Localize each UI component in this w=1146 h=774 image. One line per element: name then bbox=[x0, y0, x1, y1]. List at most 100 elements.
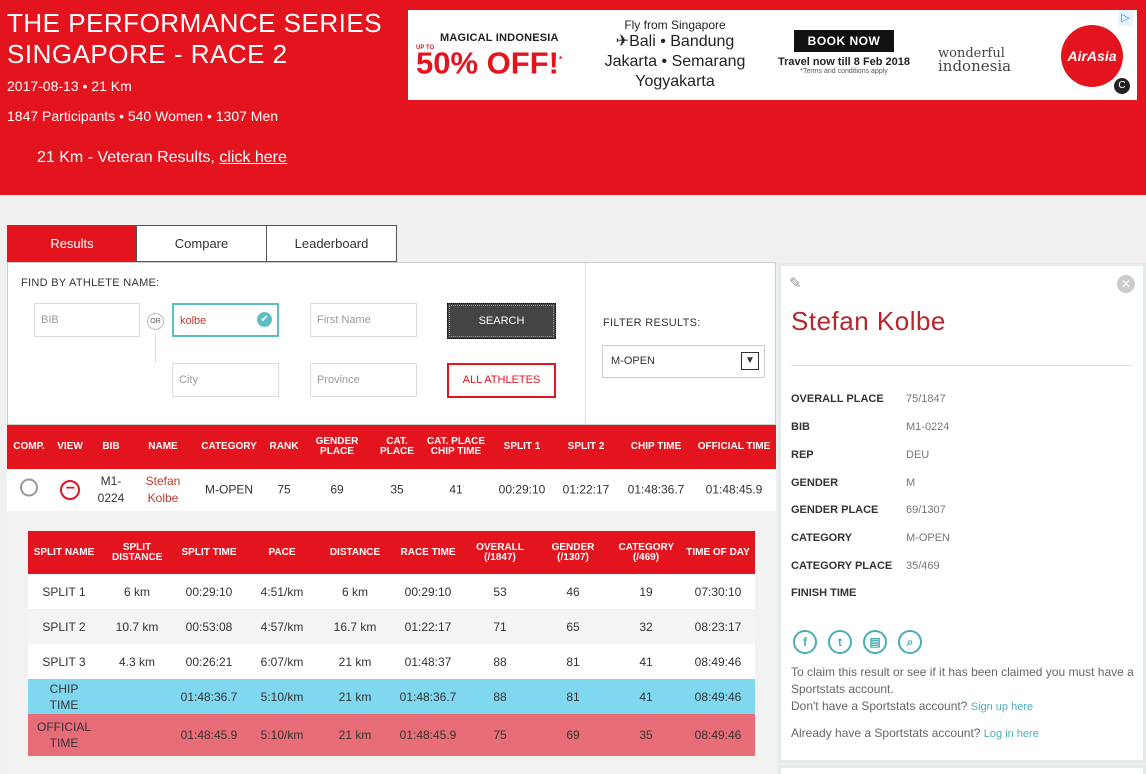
cell-category-place: 19 bbox=[639, 584, 653, 599]
results-table-header: COMP. VIEW BIB NAME CATEGORY RANK GENDER… bbox=[7, 425, 776, 469]
last-name-value: kolbe bbox=[180, 315, 207, 327]
facebook-icon[interactable]: f bbox=[793, 630, 817, 654]
tab-results[interactable]: Results bbox=[7, 225, 137, 262]
log-in-link[interactable]: Log in here bbox=[984, 728, 1039, 740]
cell-pace: 6:07/km bbox=[260, 654, 304, 669]
search-button[interactable]: SEARCH bbox=[447, 303, 556, 339]
cell-split-time: 01:48:45.9 bbox=[180, 728, 238, 742]
cell-category-place: 41 bbox=[639, 654, 653, 669]
ad-fly-text: Fly from Singapore bbox=[624, 18, 726, 32]
split-row: SPLIT 3 4.3 km 00:26:21 6:07/km 21 km 01:48:3… bbox=[28, 644, 755, 679]
ad-book-button[interactable]: BOOK NOW bbox=[793, 30, 895, 52]
event-title: THE PERFORMANCE SERIES SINGAPORE - RACE … bbox=[7, 8, 382, 70]
cell-split-name: OFFICIAL TIME bbox=[36, 720, 91, 750]
ad-info-icon[interactable]: C bbox=[1114, 78, 1130, 94]
cell-pace: 4:57/km bbox=[260, 619, 304, 634]
minus-circle-icon: − bbox=[60, 480, 80, 500]
no-account-text: Don't have a Sportstats account? bbox=[791, 699, 971, 713]
veteran-link[interactable]: click here bbox=[219, 149, 287, 166]
ad-sale-block: MAGICAL INDONESIA UP TO 50% OFF!* bbox=[416, 32, 562, 79]
collapse-button[interactable]: − bbox=[60, 480, 80, 500]
participant-counts: 1847 Participants • 540 Women • 1307 Men bbox=[7, 108, 279, 124]
event-date-distance: 2017-08-13 • 21 Km bbox=[7, 78, 132, 94]
claim-info: To claim this result or see if it has be… bbox=[791, 664, 1136, 716]
or-divider bbox=[155, 333, 156, 363]
cell-pace: 5:10/km bbox=[260, 689, 304, 704]
tab-leaderboard[interactable]: Leaderboard bbox=[266, 225, 397, 262]
province-input[interactable]: Province bbox=[310, 363, 417, 397]
secondary-panel bbox=[778, 765, 1146, 774]
table-row: − M1-0224 Stefan Kolbe M-OPEN 75 69 35 4… bbox=[7, 469, 776, 511]
cell-chip-time: 01:48:36.7 bbox=[627, 482, 685, 497]
filter-select-value: M-OPEN bbox=[611, 355, 655, 367]
detail-value: 35/469 bbox=[906, 560, 940, 572]
search-icon[interactable]: ⌕ bbox=[898, 630, 922, 654]
event-title-line2: SINGAPORE - RACE 2 bbox=[7, 39, 288, 69]
city-input[interactable]: City bbox=[172, 363, 279, 397]
cell-gender: 65 bbox=[566, 619, 580, 634]
cell-split2: 01:22:17 bbox=[562, 482, 610, 497]
cell-split-name: CHIP TIME bbox=[49, 681, 79, 712]
athlete-name-link[interactable]: Stefan Kolbe bbox=[138, 473, 188, 507]
cell-category-place: 35 bbox=[639, 728, 653, 742]
cell-time-of-day: 08:23:17 bbox=[694, 619, 742, 634]
cell-gender: 81 bbox=[566, 654, 580, 669]
detail-value: M bbox=[906, 477, 916, 489]
col-split1: SPLIT 1 bbox=[503, 441, 541, 452]
cell-race-time: 01:48:36.7 bbox=[399, 689, 457, 704]
cell-distance: 6 km bbox=[341, 584, 369, 599]
last-name-input[interactable]: kolbe ✔ bbox=[172, 303, 279, 337]
veteran-text: 21 Km - Veteran Results, bbox=[37, 149, 220, 166]
event-title-line1: THE PERFORMANCE SERIES bbox=[7, 8, 383, 38]
cell-overall: 75 bbox=[493, 728, 507, 742]
certificate-icon[interactable]: ▤ bbox=[863, 630, 887, 654]
col-name: NAME bbox=[148, 441, 178, 452]
all-athletes-button[interactable]: ALL ATHLETES bbox=[447, 363, 556, 398]
detail-label: CATEGORY bbox=[791, 532, 853, 544]
col-bib: BIB bbox=[102, 441, 120, 452]
col-view: VIEW bbox=[57, 441, 83, 452]
cell-cat-place-chip: 41 bbox=[449, 482, 463, 497]
cell-distance: 21 km bbox=[338, 689, 372, 704]
divider bbox=[791, 365, 1133, 366]
bib-input[interactable]: BIB bbox=[34, 303, 140, 337]
ad-cta: BOOK NOW Travel now till 8 Feb 2018 *Ter… bbox=[770, 30, 918, 75]
close-icon[interactable]: ✕ bbox=[1117, 275, 1135, 293]
cell-race-time: 01:22:17 bbox=[404, 619, 452, 634]
cell-official-time: 01:48:45.9 bbox=[705, 482, 763, 497]
cell-overall: 88 bbox=[493, 689, 507, 704]
cell-overall: 53 bbox=[493, 584, 507, 599]
tab-compare[interactable]: Compare bbox=[136, 225, 267, 262]
detail-label: BIB bbox=[791, 421, 810, 433]
cell-race-time: 01:48:37 bbox=[404, 654, 452, 669]
cell-gender: 46 bbox=[566, 584, 580, 599]
login-info: Already have a Sportstats account? Log i… bbox=[791, 726, 1039, 740]
col-gender-place: GENDER PLACE bbox=[315, 436, 359, 457]
splits-table: SPLIT NAME SPLIT DISTANCE SPLIT TIME PAC… bbox=[28, 531, 755, 756]
col-chip-time: CHIP TIME bbox=[630, 441, 682, 452]
ad-sale-text: 50% OFF!* bbox=[416, 44, 562, 79]
first-name-input[interactable]: First Name bbox=[310, 303, 417, 337]
cell-split-name: SPLIT 3 bbox=[42, 654, 86, 669]
cell-bib: M1-0224 bbox=[97, 474, 125, 505]
cell-category-place: 32 bbox=[639, 619, 653, 634]
cell-split-distance: 6 km bbox=[123, 584, 151, 599]
ad-banner[interactable]: MAGICAL INDONESIA UP TO 50% OFF!* Fly fr… bbox=[408, 10, 1137, 100]
ad-destinations: Fly from Singapore ✈Bali • Bandung Jakar… bbox=[594, 18, 756, 92]
cell-split-time: 00:53:08 bbox=[185, 619, 233, 634]
ad-sale-mark: * bbox=[558, 55, 563, 64]
filter-select[interactable]: M-OPEN ▼ bbox=[602, 345, 765, 378]
detail-label: OVERALL PLACE bbox=[791, 393, 884, 405]
compare-radio[interactable] bbox=[20, 478, 38, 502]
twitter-icon[interactable]: t bbox=[828, 630, 852, 654]
athlete-search-panel: FIND BY ATHLETE NAME: BIB OR kolbe ✔ Fir… bbox=[7, 262, 776, 425]
chip-time-row: CHIP TIME 01:48:36.7 5:10/km 21 km 01:48:36.… bbox=[28, 679, 755, 714]
adchoices-icon[interactable]: ▷ bbox=[1118, 11, 1133, 26]
ad-dest-line1: ✈Bali • Bandung bbox=[615, 33, 735, 50]
edit-icon[interactable]: ✎ bbox=[789, 274, 802, 292]
detail-value: 69/1307 bbox=[906, 504, 946, 516]
sign-up-link[interactable]: Sign up here bbox=[971, 701, 1033, 713]
ad-magic-text: MAGICAL INDONESIA bbox=[440, 32, 559, 44]
veteran-results: 21 Km - Veteran Results, click here bbox=[37, 149, 287, 167]
cell-split1: 00:29:10 bbox=[498, 482, 546, 497]
